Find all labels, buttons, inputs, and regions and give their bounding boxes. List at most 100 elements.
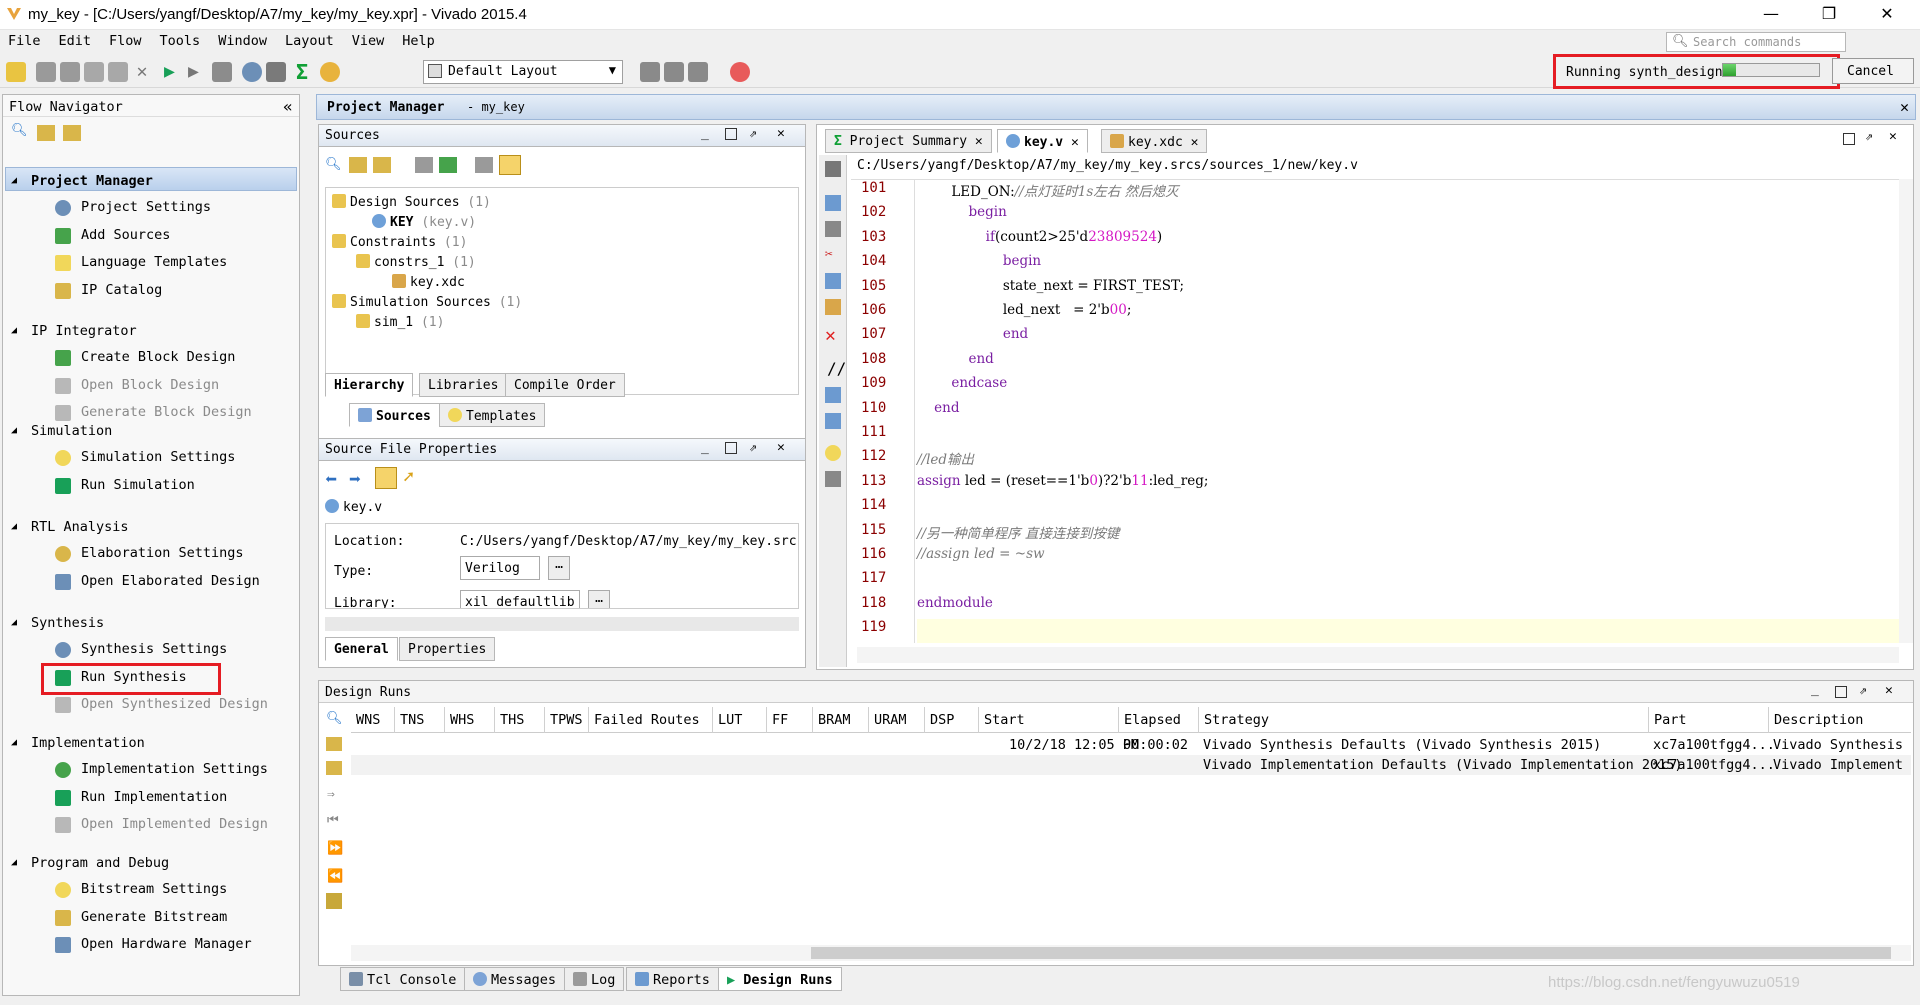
properties-icon[interactable]: [375, 467, 397, 489]
library-field[interactable]: xil_defaultlib: [460, 590, 580, 608]
nav-item-simulation-settings[interactable]: Simulation Settings: [81, 449, 235, 465]
code-line[interactable]: 117: [851, 570, 1901, 594]
nav-section-program-and-debug[interactable]: Program and Debug: [31, 855, 169, 871]
col-whs[interactable]: WHS: [445, 707, 495, 733]
col-wns[interactable]: WNS: [351, 707, 395, 733]
restore-button[interactable]: ❐: [1800, 0, 1858, 30]
subtab-templates[interactable]: Templates: [439, 403, 546, 427]
find-icon[interactable]: [825, 413, 841, 429]
reset-run-icon[interactable]: ⏮: [327, 813, 339, 828]
cut-icon[interactable]: ✂: [825, 247, 841, 263]
nav-item-add-sources[interactable]: Add Sources: [81, 227, 170, 243]
col-failed-routes[interactable]: Failed Routes: [589, 707, 713, 733]
library-browse-button[interactable]: …: [588, 590, 610, 608]
section-expand-icon[interactable]: ◢: [11, 737, 17, 748]
menu-layout[interactable]: Layout: [277, 30, 344, 49]
code-line[interactable]: 111: [851, 424, 1901, 448]
type-field[interactable]: Verilog: [460, 556, 540, 580]
delete-icon[interactable]: ✕: [825, 325, 836, 346]
menu-flow[interactable]: Flow: [101, 30, 152, 49]
code-line[interactable]: 114: [851, 497, 1901, 521]
copy-icon[interactable]: [84, 62, 104, 82]
comment-icon[interactable]: //: [827, 359, 846, 378]
nav-item-generate-block-design[interactable]: Generate Block Design: [81, 404, 252, 420]
previous-run-icon[interactable]: ⏪: [327, 869, 343, 884]
tab-log[interactable]: Log: [564, 967, 625, 991]
editor-vertical-scrollbar[interactable]: [1899, 179, 1913, 643]
nav-section-synthesis[interactable]: Synthesis: [31, 615, 104, 631]
forward-arrow-icon[interactable]: ➡: [349, 467, 361, 491]
section-expand-icon[interactable]: ◢: [11, 521, 17, 532]
close-icon[interactable]: ✕: [777, 440, 785, 455]
code-line[interactable]: 112 //led输出: [851, 448, 1901, 472]
minimize-button[interactable]: —: [1742, 0, 1800, 30]
nav-item-run-simulation[interactable]: Run Simulation: [81, 477, 195, 493]
nav-item-open-block-design[interactable]: Open Block Design: [81, 377, 219, 393]
code-line[interactable]: 101 LED_ON://点灯延时1s左右 然后熄灭: [851, 180, 1901, 204]
scrollbar-thumb[interactable]: [811, 947, 1891, 959]
paste-icon[interactable]: [825, 299, 841, 315]
tab-key-v[interactable]: key.v ✕: [997, 129, 1088, 153]
code-line[interactable]: 113 assign led = (reset==1'b0)?2'b11:led_…: [851, 473, 1901, 497]
tab-hierarchy[interactable]: Hierarchy: [325, 373, 414, 397]
tree-row-simulation-sources[interactable]: Simulation Sources (1): [332, 294, 522, 310]
close-icon[interactable]: ✕: [1071, 135, 1079, 150]
col-description[interactable]: Description: [1769, 707, 1911, 733]
run-step-icon[interactable]: ⇒: [327, 787, 335, 802]
minimize-icon[interactable]: _: [701, 126, 709, 141]
code-line[interactable]: 118 endmodule: [851, 595, 1901, 619]
nav-item-create-block-design[interactable]: Create Block Design: [81, 349, 235, 365]
collapse-panel-icon[interactable]: «: [283, 97, 293, 116]
tab-reports[interactable]: Reports: [626, 967, 719, 991]
nav-item-bitstream-settings[interactable]: Bitstream Settings: [81, 881, 227, 897]
tree-row-design-sources[interactable]: Design Sources (1): [332, 194, 491, 210]
undo-icon[interactable]: [36, 62, 56, 82]
tab-properties[interactable]: Properties: [399, 637, 496, 661]
code-line[interactable]: 105 state_next = FIRST_TEST;: [851, 278, 1901, 302]
tree-row-key-xdc[interactable]: key.xdc: [392, 274, 465, 290]
expand-all-icon[interactable]: [326, 761, 342, 775]
nav-item-synthesis-settings[interactable]: Synthesis Settings: [81, 641, 227, 657]
table-row[interactable]: Vivado Implementation Defaults (Vivado I…: [351, 755, 1911, 775]
stop-run-icon[interactable]: [730, 62, 750, 82]
col-ff[interactable]: FF: [767, 707, 813, 733]
menu-view[interactable]: View: [344, 30, 395, 49]
nav-item-ip-catalog[interactable]: IP Catalog: [81, 282, 162, 298]
document-icon[interactable]: [475, 157, 493, 173]
close-window-button[interactable]: ✕: [1858, 0, 1916, 30]
maximize-icon[interactable]: [725, 128, 737, 140]
code-line[interactable]: 116 //assign led = ~sw: [851, 546, 1901, 570]
nav-item-open-hardware-manager[interactable]: Open Hardware Manager: [81, 936, 252, 952]
menu-help[interactable]: Help: [394, 30, 445, 49]
pin-icon[interactable]: [640, 62, 660, 82]
project-settings-icon[interactable]: [320, 62, 340, 82]
nav-item-open-synthesized-design[interactable]: Open Synthesized Design: [81, 696, 268, 712]
menu-tools[interactable]: Tools: [152, 30, 211, 49]
tab-key-xdc[interactable]: key.xdc ✕: [1101, 129, 1208, 153]
col-strategy[interactable]: Strategy: [1199, 707, 1649, 733]
tab-general[interactable]: General: [325, 637, 398, 661]
code-line[interactable]: 119: [861, 619, 1901, 643]
tree-row-key[interactable]: KEY (key.v): [372, 214, 476, 230]
settings-gear-icon[interactable]: [242, 62, 262, 82]
code-line[interactable]: 103 if(count2>25'd23809524): [851, 229, 1901, 253]
float-icon[interactable]: ⇗: [749, 440, 757, 455]
col-tns[interactable]: TNS: [395, 707, 445, 733]
col-part[interactable]: Part: [1649, 707, 1769, 733]
nav-item-project-settings[interactable]: Project Settings: [81, 199, 211, 215]
cancel-button[interactable]: Cancel: [1832, 58, 1914, 84]
summary-sigma-icon[interactable]: Σ: [296, 62, 316, 82]
copy-icon[interactable]: [825, 273, 841, 289]
close-icon[interactable]: ✕: [975, 134, 983, 149]
nav-item-open-implemented-design[interactable]: Open Implemented Design: [81, 816, 268, 832]
code-line[interactable]: 109 endcase: [851, 375, 1901, 399]
runs-horizontal-scrollbar[interactable]: [351, 945, 1911, 961]
nav-item-run-implementation[interactable]: Run Implementation: [81, 789, 227, 805]
tab-project-summary[interactable]: Σ Project Summary ✕: [825, 129, 992, 153]
tab-messages[interactable]: Messages: [464, 967, 566, 991]
col-start[interactable]: Start: [979, 707, 1119, 733]
collapse-all-icon[interactable]: [349, 157, 367, 173]
launch-run-icon[interactable]: ⏩: [327, 841, 343, 856]
search-commands-input[interactable]: 🔍︎ Search commands: [1666, 32, 1846, 52]
tree-row-constraints[interactable]: Constraints (1): [332, 234, 467, 250]
